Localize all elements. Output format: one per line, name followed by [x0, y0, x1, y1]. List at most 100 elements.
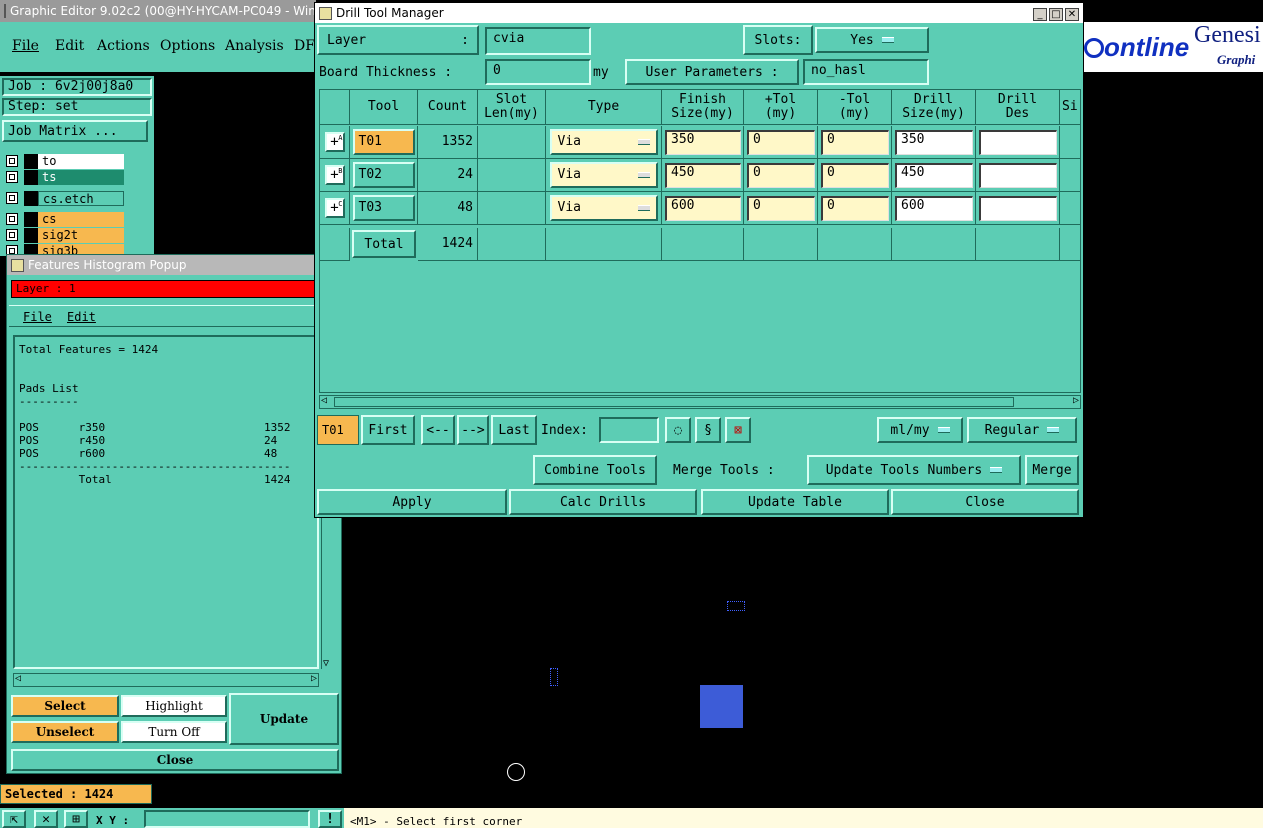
- index-input[interactable]: [599, 417, 659, 443]
- layer-checkbox[interactable]: [6, 229, 18, 241]
- menu-options[interactable]: Options: [160, 38, 215, 54]
- delete-icon[interactable]: ⊠: [725, 417, 751, 443]
- minus-tol-input[interactable]: 0: [821, 196, 889, 221]
- layer-row[interactable]: sig2t: [6, 228, 124, 243]
- layer-color-swatch: [24, 212, 38, 227]
- layer-row[interactable]: ts: [6, 170, 124, 185]
- layer-checkbox[interactable]: [6, 155, 18, 167]
- slots-dropdown[interactable]: Yes: [815, 27, 929, 53]
- app-icon: [4, 4, 6, 18]
- merge-button[interactable]: Merge: [1025, 455, 1079, 485]
- tool-cross-icon[interactable]: ✕: [34, 810, 58, 828]
- find-bulb-icon[interactable]: ◌: [665, 417, 691, 443]
- last-button[interactable]: Last: [491, 415, 537, 445]
- minimize-icon[interactable]: _: [1033, 8, 1047, 21]
- drill-des-input[interactable]: [979, 130, 1057, 155]
- dropdown-icon: [990, 467, 1003, 473]
- layer-checkbox[interactable]: [6, 171, 18, 183]
- menu-actions[interactable]: Actions: [97, 38, 150, 54]
- finish-size-input[interactable]: 450: [665, 163, 741, 188]
- drill-tool-manager-window: Drill Tool Manager _ □ ✕ Layer: cvia Slots…: [314, 2, 1084, 518]
- update-table-button[interactable]: Update Table: [701, 489, 889, 515]
- layer-row[interactable]: to: [6, 154, 124, 169]
- drill-size-input[interactable]: 450: [895, 163, 973, 188]
- scroll-right-icon[interactable]: ▷: [311, 673, 317, 684]
- dropdown-icon: [637, 172, 650, 178]
- type-dropdown[interactable]: Via: [549, 162, 658, 188]
- menu-edit[interactable]: Edit: [55, 38, 84, 54]
- user-params-button[interactable]: User Parameters :: [625, 59, 799, 85]
- apply-button[interactable]: Apply: [317, 489, 507, 515]
- col-header-minus-tol: -Tol (my): [818, 90, 892, 125]
- expand-plus-icon[interactable]: + C: [324, 198, 345, 218]
- scroll-down-icon[interactable]: ▽: [323, 658, 329, 669]
- prev-button[interactable]: <--: [421, 415, 455, 445]
- tool-button[interactable]: T01: [352, 129, 415, 155]
- drill-size-input[interactable]: 600: [895, 196, 973, 221]
- total-button[interactable]: Total: [352, 230, 416, 258]
- menu-analysis[interactable]: Analysis: [225, 38, 284, 54]
- layer-value[interactable]: cvia: [485, 27, 591, 55]
- menu-file[interactable]: File: [12, 38, 39, 54]
- expand-plus-icon[interactable]: + A: [324, 132, 345, 152]
- tool-button[interactable]: T02: [352, 162, 415, 188]
- histogram-window: Features Histogram Popup Layer : 1 File …: [6, 254, 342, 774]
- turn-off-button[interactable]: Turn Off: [121, 721, 227, 743]
- update-button[interactable]: Update: [229, 693, 339, 745]
- table-hscrollbar[interactable]: ◁ ▷: [319, 395, 1081, 409]
- tool-grid-icon[interactable]: ⊞: [64, 810, 88, 828]
- step-name: Step: set: [2, 98, 152, 116]
- combine-tools-button[interactable]: Combine Tools: [533, 455, 657, 485]
- total-count: 1424: [418, 228, 478, 261]
- layer-checkbox[interactable]: [6, 213, 18, 225]
- xy-input[interactable]: [144, 810, 310, 828]
- histogram-menu-edit[interactable]: Edit: [67, 310, 96, 324]
- menu-df[interactable]: DF: [294, 38, 315, 54]
- type-cell: Via: [546, 159, 662, 192]
- scroll-left-icon[interactable]: ◁: [321, 395, 327, 406]
- plus-tol-input[interactable]: 0: [747, 163, 815, 188]
- plus-tol-input[interactable]: 0: [747, 196, 815, 221]
- units-dropdown[interactable]: ml/my: [877, 417, 963, 443]
- layer-row[interactable]: cs.etch: [6, 191, 124, 206]
- unselect-button[interactable]: Unselect: [11, 721, 119, 743]
- histogram-menu-file[interactable]: File: [23, 310, 52, 324]
- maximize-icon[interactable]: □: [1049, 8, 1063, 21]
- scroll-thumb[interactable]: [334, 397, 1014, 407]
- drill-des-input[interactable]: [979, 196, 1057, 221]
- job-matrix-button[interactable]: Job Matrix ...: [2, 120, 148, 142]
- layer-checkbox[interactable]: [6, 192, 18, 204]
- info-icon[interactable]: !: [318, 810, 342, 828]
- thickness-input[interactable]: 0: [485, 59, 591, 85]
- highlight-button[interactable]: Highlight: [121, 695, 227, 717]
- expand-plus-icon[interactable]: + B: [324, 165, 345, 185]
- calc-drills-button[interactable]: Calc Drills: [509, 489, 697, 515]
- layer-row[interactable]: cs: [6, 212, 124, 227]
- close-icon[interactable]: ✕: [1065, 8, 1079, 21]
- row-marker: C: [338, 200, 343, 208]
- finish-size-input[interactable]: 350: [665, 130, 741, 155]
- select-button[interactable]: Select: [11, 695, 119, 717]
- plus-tol-input[interactable]: 0: [747, 130, 815, 155]
- next-button[interactable]: -->: [457, 415, 489, 445]
- histogram-hscrollbar[interactable]: ◁ ▷: [13, 673, 319, 687]
- type-dropdown[interactable]: Via: [549, 129, 658, 155]
- minus-tol-input[interactable]: 0: [821, 130, 889, 155]
- refresh-icon[interactable]: §: [695, 417, 721, 443]
- drill-des-input[interactable]: [979, 163, 1057, 188]
- drill-size-input[interactable]: 350: [895, 130, 973, 155]
- first-button[interactable]: First: [361, 415, 415, 445]
- finish-size-input[interactable]: 600: [665, 196, 741, 221]
- scroll-right-icon[interactable]: ▷: [1073, 395, 1079, 406]
- histogram-close-button[interactable]: Close: [11, 749, 339, 771]
- tool-select-icon[interactable]: ⇱: [2, 810, 26, 828]
- minus-tol-input[interactable]: 0: [821, 163, 889, 188]
- scroll-left-icon[interactable]: ◁: [15, 673, 21, 684]
- user-params-input[interactable]: no_hasl: [803, 59, 929, 85]
- close-button[interactable]: Close: [891, 489, 1079, 515]
- tool-button[interactable]: T03: [352, 195, 415, 221]
- mode-dropdown[interactable]: Regular: [967, 417, 1077, 443]
- type-dropdown[interactable]: Via: [549, 195, 658, 221]
- prompt-bar: <M1> - Select first corner: [344, 808, 1263, 828]
- merge-mode-dropdown[interactable]: Update Tools Numbers: [807, 455, 1021, 485]
